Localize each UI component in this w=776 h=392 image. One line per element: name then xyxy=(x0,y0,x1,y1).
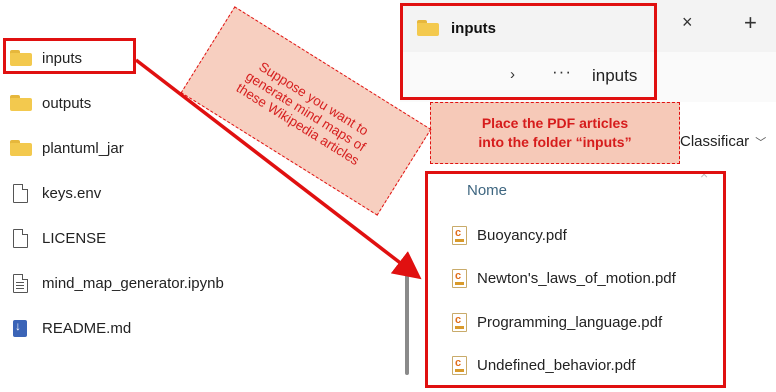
file-icon xyxy=(13,183,28,203)
chevron-down-icon: ﹀ xyxy=(755,137,767,149)
markdown-file-icon xyxy=(13,319,27,337)
inputs-folder-highlight xyxy=(3,38,136,74)
window-header-highlight xyxy=(400,3,657,100)
item-label: keys.env xyxy=(42,184,102,202)
sort-button[interactable]: Classificar ﹀ xyxy=(680,133,766,150)
callout-line-1: Place the PDF articles xyxy=(481,115,629,131)
folder-item-plantuml-jar[interactable]: plantuml_jar xyxy=(10,135,124,161)
item-label: README.md xyxy=(42,319,132,337)
folder-item-outputs[interactable]: outputs xyxy=(10,90,91,116)
close-tab-icon[interactable]: × xyxy=(682,12,693,33)
file-item-notebook[interactable]: mind_map_generator.ipynb xyxy=(10,270,224,296)
item-label: plantuml_jar xyxy=(42,139,124,157)
sort-label: Classificar xyxy=(680,133,750,150)
item-label: mind_map_generator.ipynb xyxy=(42,274,224,292)
file-item-license[interactable]: LICENSE xyxy=(10,225,106,251)
instruction-callout: Place the PDF articles into the folder “… xyxy=(430,102,680,164)
notebook-file-icon xyxy=(13,273,28,293)
scrollbar[interactable] xyxy=(405,265,409,375)
file-item-keys-env[interactable]: keys.env xyxy=(10,180,101,206)
folder-icon xyxy=(10,95,32,111)
callout-line-2: into the folder “inputs” xyxy=(478,134,632,150)
item-label: outputs xyxy=(42,94,92,112)
new-tab-icon[interactable]: + xyxy=(744,10,757,36)
file-item-readme[interactable]: README.md xyxy=(10,315,131,341)
file-icon xyxy=(13,228,28,248)
folder-icon xyxy=(10,140,32,156)
item-label: LICENSE xyxy=(42,229,107,247)
file-list-highlight xyxy=(425,171,726,388)
